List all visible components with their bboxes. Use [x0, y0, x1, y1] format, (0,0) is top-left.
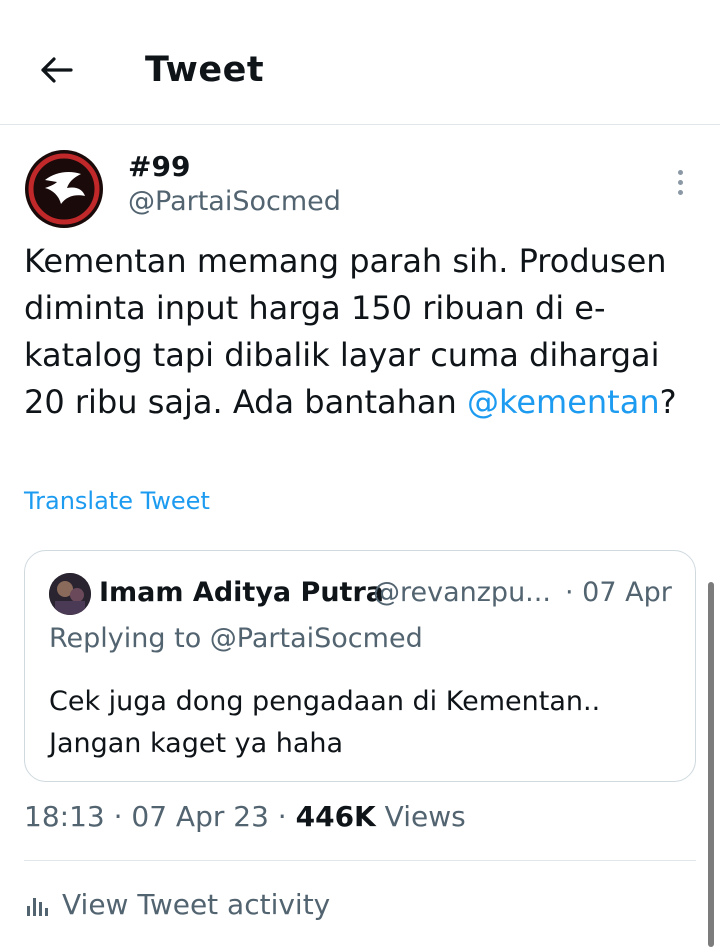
- party-logo-icon: [26, 151, 102, 227]
- page-title: Tweet: [145, 50, 265, 90]
- quoted-tweet-card[interactable]: Imam Aditya Putra @revanzpu... · 07 Apr …: [24, 550, 696, 782]
- top-bar: Tweet: [0, 0, 720, 125]
- user-photo-icon: [49, 573, 91, 615]
- replying-to-label: Replying to @PartaiSocmed: [49, 623, 423, 654]
- tweet-time: 18:13: [24, 800, 105, 833]
- tweet-text-end: ?: [659, 383, 677, 421]
- more-options-button[interactable]: [664, 162, 696, 202]
- divider: [24, 860, 696, 861]
- scrollbar[interactable]: [708, 582, 714, 947]
- views-label: Views: [384, 800, 466, 833]
- back-button[interactable]: [34, 48, 78, 92]
- more-dot-icon: [677, 189, 683, 195]
- arrow-left-icon: [41, 57, 73, 83]
- quoted-display-name[interactable]: Imam Aditya Putra: [99, 577, 384, 608]
- bar-chart-icon: [27, 897, 48, 916]
- mention-link[interactable]: @kementan: [467, 383, 660, 421]
- views-count: 446K: [295, 800, 376, 833]
- tweet-meta: 18:13 · 07 Apr 23 · 446K Views: [24, 800, 466, 833]
- quoted-avatar[interactable]: [49, 573, 91, 615]
- user-handle[interactable]: @PartaiSocmed: [128, 186, 341, 217]
- avatar[interactable]: [25, 150, 103, 228]
- view-tweet-activity-button[interactable]: View Tweet activity: [24, 888, 330, 921]
- quoted-text: Cek juga dong pengadaan di Kementan.. Ja…: [49, 686, 601, 759]
- display-name[interactable]: #99: [128, 150, 190, 183]
- activity-label: View Tweet activity: [62, 888, 331, 921]
- quoted-handle[interactable]: @revanzpu...: [373, 577, 551, 608]
- more-dot-icon: [677, 169, 683, 175]
- more-dot-icon: [677, 179, 683, 185]
- translate-tweet-link[interactable]: Translate Tweet: [24, 487, 210, 515]
- tweet-text: Kementan memang parah sih. Produsen dimi…: [24, 238, 704, 426]
- tweet-date: 07 Apr 23: [131, 800, 269, 833]
- quoted-date: · 07 Apr: [565, 577, 672, 608]
